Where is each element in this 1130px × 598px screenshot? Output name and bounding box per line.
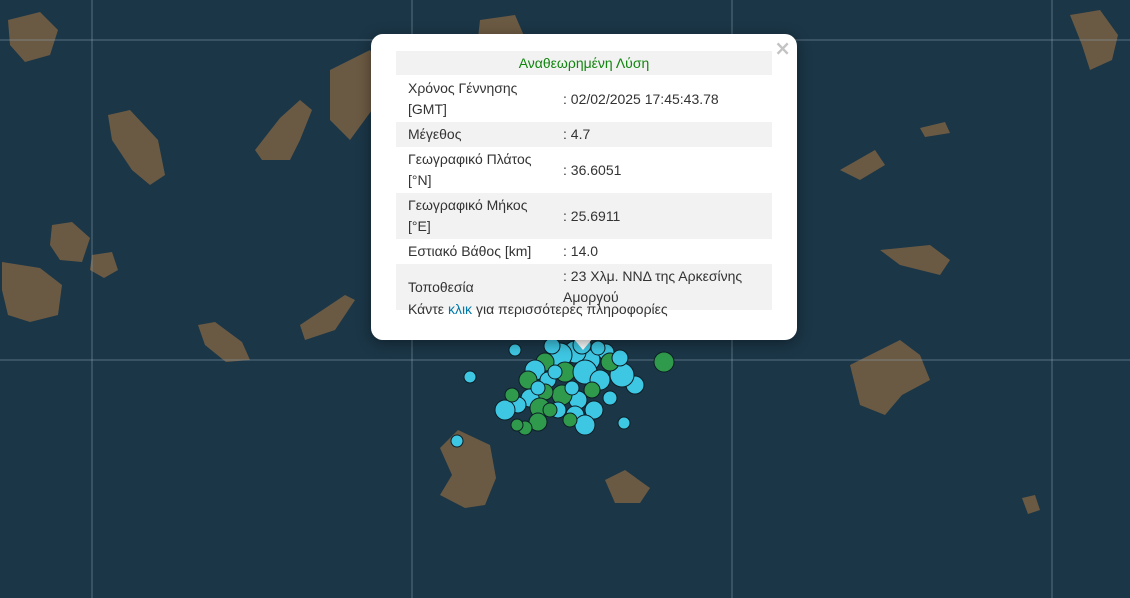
earthquake-marker[interactable] [602, 390, 618, 406]
detail-row: Μέγεθος : 4.7 [396, 122, 772, 147]
detail-value: : 25.6911 [563, 207, 621, 224]
detail-label: Γεωγραφικό Μήκος [°E] [408, 197, 528, 234]
earthquake-marker[interactable] [562, 412, 578, 428]
popup-footer: Κάντε κλικ για περισσότερες πληροφορίες [408, 301, 668, 317]
earthquake-marker[interactable] [547, 364, 563, 380]
earthquake-marker[interactable] [510, 418, 524, 432]
detail-label: Εστιακό Βάθος [km] [408, 243, 532, 259]
close-icon[interactable]: × [774, 36, 791, 60]
earthquake-marker[interactable] [530, 380, 546, 396]
detail-row: Εστιακό Βάθος [km] : 14.0 [396, 239, 772, 264]
earthquake-marker[interactable] [543, 337, 561, 355]
earthquake-marker[interactable] [542, 402, 558, 418]
earthquake-marker[interactable] [508, 343, 522, 357]
earthquake-marker[interactable] [574, 414, 596, 436]
earthquake-marker[interactable] [590, 340, 606, 356]
earthquake-marker[interactable] [564, 380, 580, 396]
earthquake-marker[interactable] [450, 434, 464, 448]
detail-value: : 4.7 [563, 126, 591, 142]
more-info-link[interactable]: κλικ [448, 301, 472, 317]
map-view[interactable]: × Αναθεωρημένη Λύση Χρόνος Γέννησης [GMT… [0, 0, 1130, 598]
detail-label: Χρόνος Γέννησης [GMT] [408, 80, 518, 117]
detail-row: Χρόνος Γέννησης [GMT] : 02/02/2025 17:45… [396, 76, 772, 122]
earthquake-marker[interactable] [494, 399, 516, 421]
earthquake-details: Χρόνος Γέννησης [GMT] : 02/02/2025 17:45… [396, 76, 772, 310]
detail-value: : 02/02/2025 17:45:43.78 [563, 90, 719, 107]
detail-label: Μέγεθος [408, 126, 462, 142]
earthquake-popup: × Αναθεωρημένη Λύση Χρόνος Γέννησης [GMT… [371, 34, 797, 340]
earthquake-marker[interactable] [653, 351, 675, 373]
detail-value: : 14.0 [563, 243, 599, 259]
popup-title: Αναθεωρημένη Λύση [396, 51, 772, 75]
earthquake-marker[interactable] [617, 416, 631, 430]
footer-prefix: Κάντε [408, 301, 445, 317]
earthquake-marker[interactable] [504, 387, 520, 403]
earthquake-marker[interactable] [611, 349, 629, 367]
detail-row: Γεωγραφικό Πλάτος [°N] : 36.6051 [396, 147, 772, 193]
detail-value: : 36.6051 [563, 161, 622, 178]
earthquake-marker[interactable] [463, 370, 477, 384]
detail-label: Γεωγραφικό Πλάτος [°N] [408, 151, 532, 188]
detail-row: Γεωγραφικό Μήκος [°E] : 25.6911 [396, 193, 772, 239]
footer-suffix: για περισσότερες πληροφορίες [475, 301, 668, 317]
